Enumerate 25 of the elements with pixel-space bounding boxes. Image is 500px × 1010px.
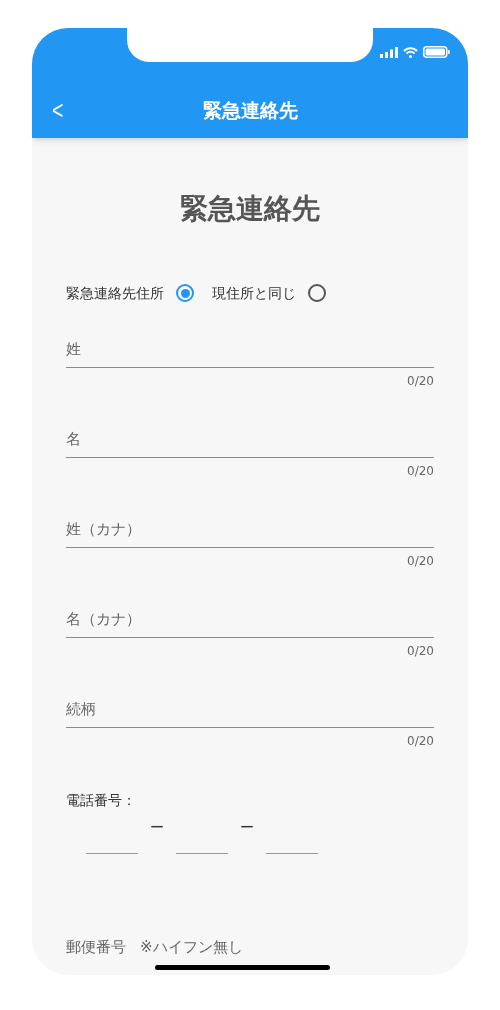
text-field[interactable]: 続柄 [66,686,434,728]
radio-button[interactable] [176,284,194,302]
back-button[interactable]: < [48,92,67,128]
text-field[interactable]: 名（カナ） [66,596,434,638]
postal-code-label: 郵便番号 [66,937,126,958]
radio-label: 現住所と同じ [212,283,296,303]
text-field[interactable]: 姓（カナ） [66,506,434,548]
signal-icon [380,46,398,58]
separator: ー [240,820,254,837]
radio-label: 緊急連絡先住所 [66,283,164,303]
app-bar-title: 緊急連絡先 [202,97,298,123]
separator: ー [150,820,164,837]
phone-label: 電話番号： [66,792,136,808]
character-counter: 0/20 [407,733,434,750]
wifi-icon [403,46,418,58]
character-counter: 0/20 [407,463,434,480]
radio-button[interactable] [308,284,326,302]
character-counter: 0/20 [407,643,434,660]
character-counter: 0/20 [407,373,434,390]
page-heading: 緊急連絡先 [180,191,320,227]
text-field[interactable]: 姓 [66,326,434,368]
text-field[interactable]: 名 [66,416,434,458]
postal-code-note: ※ハイフン無し [140,937,243,958]
character-counter: 0/20 [407,553,434,570]
battery-icon [423,46,450,58]
